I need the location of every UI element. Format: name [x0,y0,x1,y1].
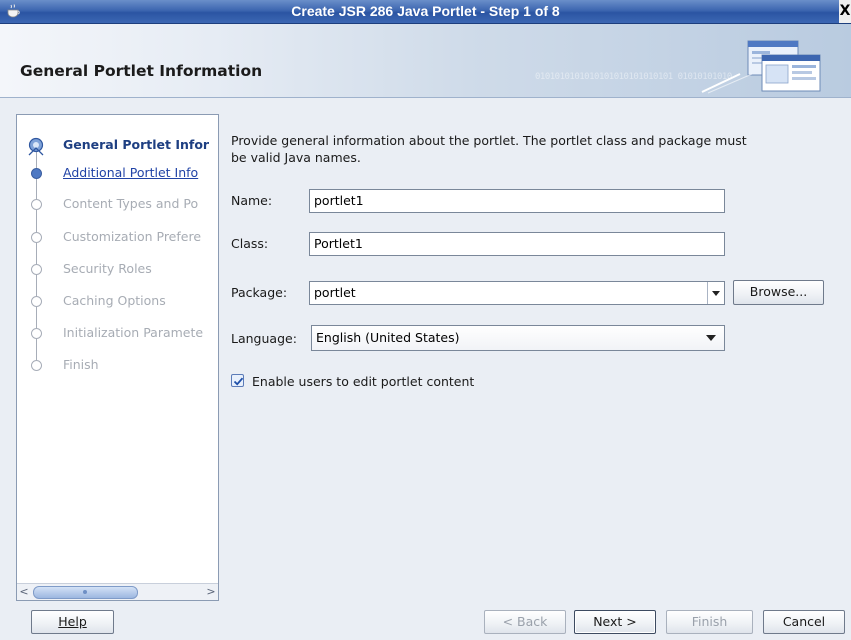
step-description: Provide general information about the po… [231,133,747,165]
enable-edit-checkbox[interactable] [231,374,244,387]
language-label: Language: [231,331,297,346]
class-value: Portlet1 [314,236,363,251]
enable-edit-label[interactable]: Enable users to edit portlet content [252,374,474,389]
browse-button[interactable]: Browse... [733,280,824,305]
language-value: English (United States) [316,330,460,345]
step-initialization-parameters: Initialization Paramete [17,323,218,343]
wizard-banner-icon [701,40,821,94]
back-button[interactable]: < Back [484,610,566,634]
title-bar[interactable]: Create JSR 286 Java Portlet - Step 1 of … [0,0,851,24]
close-icon[interactable]: X [839,0,851,23]
wizard-steps-panel[interactable]: General Portlet Infor Additional Portlet… [16,114,219,601]
step-label: Initialization Paramete [63,325,204,340]
step-finish: Finish [17,355,218,375]
grip-icon [83,590,87,594]
package-dropdown-icon[interactable] [707,282,724,304]
name-field[interactable]: portlet1 [309,189,725,213]
next-label: Next > [593,614,637,629]
step-marker [31,232,42,243]
wizard-header: General Portlet Information 010101010101… [0,24,851,98]
step-label: Content Types and Po [63,196,199,211]
scroll-left-button[interactable]: < [17,584,31,600]
step-content-types: Content Types and Po [17,194,218,214]
checkmark-icon [233,377,244,386]
step-label: Security Roles [63,261,152,276]
language-dropdown-icon[interactable] [706,335,716,341]
step-label: Customization Prefere [63,229,202,244]
class-field[interactable]: Portlet1 [309,232,725,256]
current-step-icon [28,137,44,156]
step-additional-portlet-information[interactable]: Additional Portlet Info [17,163,218,183]
wizard-window: Create JSR 286 Java Portlet - Step 1 of … [0,0,851,640]
step-label: General Portlet Infor [63,137,210,152]
package-label: Package: [231,285,288,300]
help-label: Help [58,614,87,629]
language-select[interactable]: English (United States) [311,325,725,351]
back-label: < Back [502,614,548,629]
help-button[interactable]: Help [31,610,114,634]
window-title: Create JSR 286 Java Portlet - Step 1 of … [291,3,560,19]
package-value: portlet [314,285,356,300]
step-label: Caching Options [63,293,166,308]
next-button[interactable]: Next > [574,610,656,634]
finish-button[interactable]: Finish [666,610,753,634]
class-label: Class: [231,236,269,251]
step-caching-options: Caching Options [17,291,218,311]
cancel-label: Cancel [782,614,826,629]
step-label: Finish [63,357,99,372]
package-combo[interactable]: portlet [309,281,725,305]
step-label: Additional Portlet Info [63,165,199,180]
step-security-roles: Security Roles [17,259,218,279]
step-general-portlet-information[interactable]: General Portlet Infor [17,135,218,156]
horizontal-scrollbar[interactable]: < > [17,583,218,600]
finish-label: Finish [691,614,728,629]
step-customization-preferences: Customization Prefere [17,227,218,247]
step-marker [31,264,42,275]
scroll-thumb[interactable] [33,586,138,599]
cancel-button[interactable]: Cancel [763,610,845,634]
step-marker [31,296,42,307]
page-title: General Portlet Information [20,62,263,80]
name-value: portlet1 [314,193,364,208]
step-marker [31,328,42,339]
step-marker [31,360,42,371]
scroll-right-button[interactable]: > [204,584,218,600]
step-marker [31,168,42,179]
step-marker [31,199,42,210]
name-label: Name: [231,193,273,208]
